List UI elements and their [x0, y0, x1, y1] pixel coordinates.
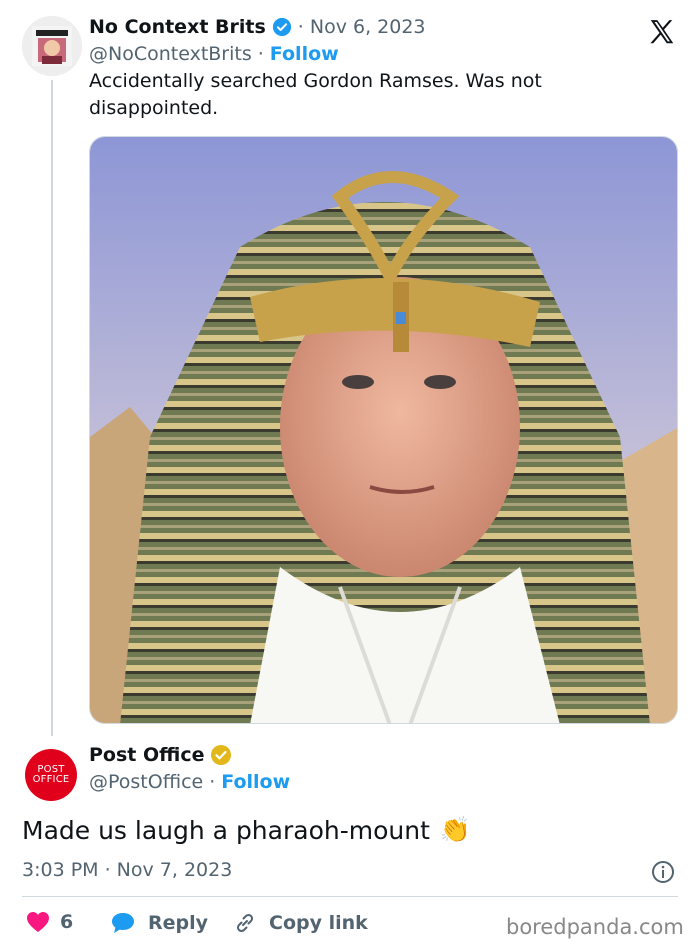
reply-header: Post Office	[89, 744, 232, 766]
copy-link-label: Copy link	[269, 912, 368, 934]
info-icon[interactable]	[651, 860, 675, 888]
like-action[interactable]: 6	[26, 911, 73, 933]
tweet-photo[interactable]	[89, 136, 678, 724]
copy-link-action[interactable]: Copy link	[233, 911, 368, 935]
reply-text-row: Made us laugh a pharaoh-mount 👏	[22, 815, 471, 845]
link-icon	[233, 911, 257, 935]
separator-dot: ·	[257, 43, 264, 65]
author-name[interactable]: No Context Brits	[89, 16, 266, 38]
reply-timestamp[interactable]: 3:03 PM · Nov 7, 2023	[22, 859, 232, 881]
gold-verified-badge-icon	[210, 744, 232, 766]
verified-badge-icon	[272, 17, 292, 37]
reply-follow-button[interactable]: Follow	[221, 771, 290, 793]
reply-label: Reply	[148, 912, 209, 934]
x-logo-icon[interactable]	[647, 17, 677, 51]
watermark: boredpanda.com	[506, 915, 684, 939]
reply-text: Made us laugh a pharaoh-mount	[22, 815, 430, 845]
handle-row: @NoContextBrits · Follow	[89, 43, 339, 65]
tweet-header: No Context Brits · Nov 6, 2023	[89, 16, 426, 38]
clap-emoji: 👏	[439, 815, 472, 844]
avatar-no-context-brits[interactable]	[22, 16, 82, 76]
divider	[22, 896, 678, 897]
separator-dot: ·	[209, 771, 216, 793]
heart-icon	[26, 911, 50, 933]
reply-action[interactable]: Reply	[110, 911, 208, 935]
thread-line	[51, 80, 53, 736]
tweet-date[interactable]: · Nov 6, 2023	[298, 16, 426, 38]
avatar-post-office[interactable]: POST OFFICE	[25, 749, 77, 801]
follow-button[interactable]: Follow	[270, 43, 339, 65]
author-handle[interactable]: @NoContextBrits	[89, 43, 252, 65]
reply-handle-row: @PostOffice · Follow	[89, 771, 290, 793]
reply-author-handle[interactable]: @PostOffice	[89, 771, 203, 793]
reply-author-name[interactable]: Post Office	[89, 744, 204, 766]
reply-bubble-icon	[110, 911, 136, 935]
like-count: 6	[60, 911, 74, 933]
tweet-text: Accidentally searched Gordon Ramses. Was…	[89, 70, 542, 119]
avatar-text-office: OFFICE	[32, 774, 70, 785]
